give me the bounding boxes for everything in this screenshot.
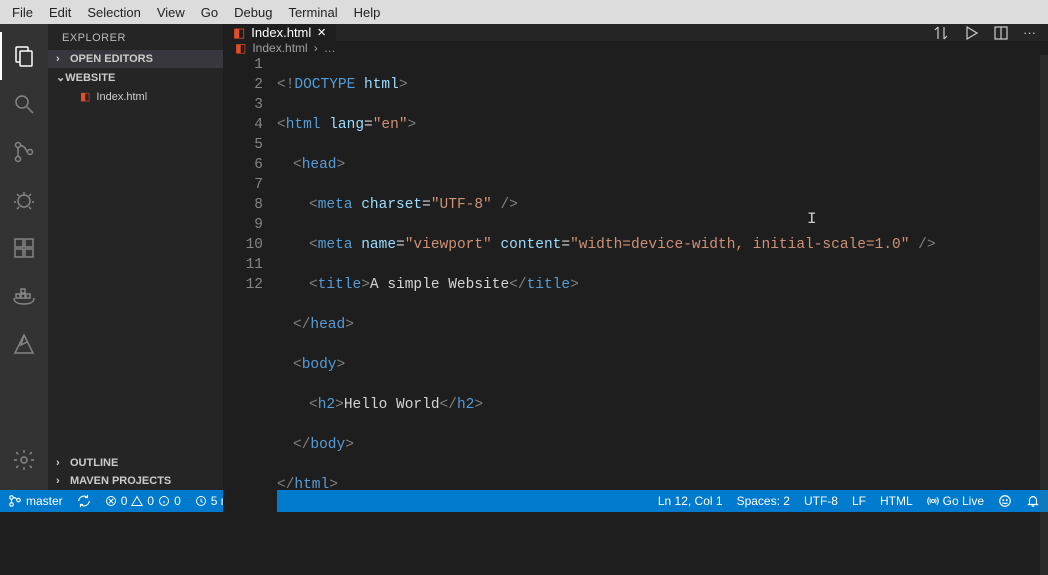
chevron-right-icon: › xyxy=(314,41,318,55)
search-icon[interactable] xyxy=(0,80,48,128)
breadcrumb-file: Index.html xyxy=(252,41,307,55)
code-text[interactable]: <!DOCTYPE html> <html lang="en"> <head> … xyxy=(277,55,1048,575)
open-editors-label: OPEN EDITORS xyxy=(70,53,153,65)
chevron-right-icon: › xyxy=(56,475,70,487)
status-sync-icon[interactable] xyxy=(77,494,91,508)
breadcrumb-more: … xyxy=(324,41,336,55)
status-branch[interactable]: master xyxy=(8,494,63,508)
chevron-down-icon: ⌄ xyxy=(56,71,65,84)
chevron-right-icon: › xyxy=(56,53,70,65)
folder-name: WEBSITE xyxy=(65,72,115,84)
run-icon[interactable] xyxy=(963,25,979,41)
gutter: 123456789101112 xyxy=(223,55,277,575)
status-problems[interactable]: 0 0 0 xyxy=(105,494,181,508)
minimap[interactable] xyxy=(1040,55,1048,575)
outline-section[interactable]: › OUTLINE xyxy=(48,454,223,472)
sidebar-title: EXPLORER xyxy=(48,24,223,50)
settings-gear-icon[interactable] xyxy=(0,436,48,484)
source-control-icon[interactable] xyxy=(0,128,48,176)
code-editor[interactable]: 123456789101112 <!DOCTYPE html> <html la… xyxy=(223,55,1048,575)
outline-label: OUTLINE xyxy=(70,457,118,469)
breadcrumb[interactable]: ◧ Index.html › … xyxy=(223,41,1048,55)
tab-bar: ◧ Index.html × ··· xyxy=(223,24,1048,41)
azure-icon[interactable] xyxy=(0,320,48,368)
menu-selection[interactable]: Selection xyxy=(79,5,148,20)
more-icon[interactable]: ··· xyxy=(1023,25,1036,40)
tab-label: Index.html xyxy=(251,25,311,40)
html-file-icon: ◧ xyxy=(80,90,90,103)
sidebar: EXPLORER › OPEN EDITORS ⌄ WEBSITE ◧ Inde… xyxy=(48,24,223,490)
menu-debug[interactable]: Debug xyxy=(226,5,280,20)
activity-bar xyxy=(0,24,48,490)
menu-edit[interactable]: Edit xyxy=(41,5,79,20)
folder-header[interactable]: ⌄ WEBSITE xyxy=(48,68,223,87)
extensions-icon[interactable] xyxy=(0,224,48,272)
chevron-right-icon: › xyxy=(56,457,70,469)
file-label: Index.html xyxy=(96,91,147,103)
menubar: File Edit Selection View Go Debug Termin… xyxy=(0,0,1048,24)
split-editor-icon[interactable] xyxy=(993,25,1009,41)
menu-terminal[interactable]: Terminal xyxy=(280,5,345,20)
menu-file[interactable]: File xyxy=(4,5,41,20)
debug-icon[interactable] xyxy=(0,176,48,224)
menu-view[interactable]: View xyxy=(149,5,193,20)
editor-actions: ··· xyxy=(921,24,1048,41)
close-icon[interactable]: × xyxy=(317,24,326,41)
file-item-index[interactable]: ◧ Index.html xyxy=(48,87,223,106)
editor-area: ◧ Index.html × ··· ◧ Index.html › … 1234… xyxy=(223,24,1048,490)
tab-index-html[interactable]: ◧ Index.html × xyxy=(223,24,337,41)
html-file-icon: ◧ xyxy=(233,25,245,41)
compare-icon[interactable] xyxy=(933,25,949,41)
maven-section[interactable]: › MAVEN PROJECTS xyxy=(48,472,223,490)
html-file-icon: ◧ xyxy=(235,41,246,55)
explorer-icon[interactable] xyxy=(0,32,48,80)
menu-help[interactable]: Help xyxy=(346,5,389,20)
menu-go[interactable]: Go xyxy=(193,5,226,20)
maven-label: MAVEN PROJECTS xyxy=(70,475,171,487)
docker-icon[interactable] xyxy=(0,272,48,320)
open-editors-section[interactable]: › OPEN EDITORS xyxy=(48,50,223,68)
